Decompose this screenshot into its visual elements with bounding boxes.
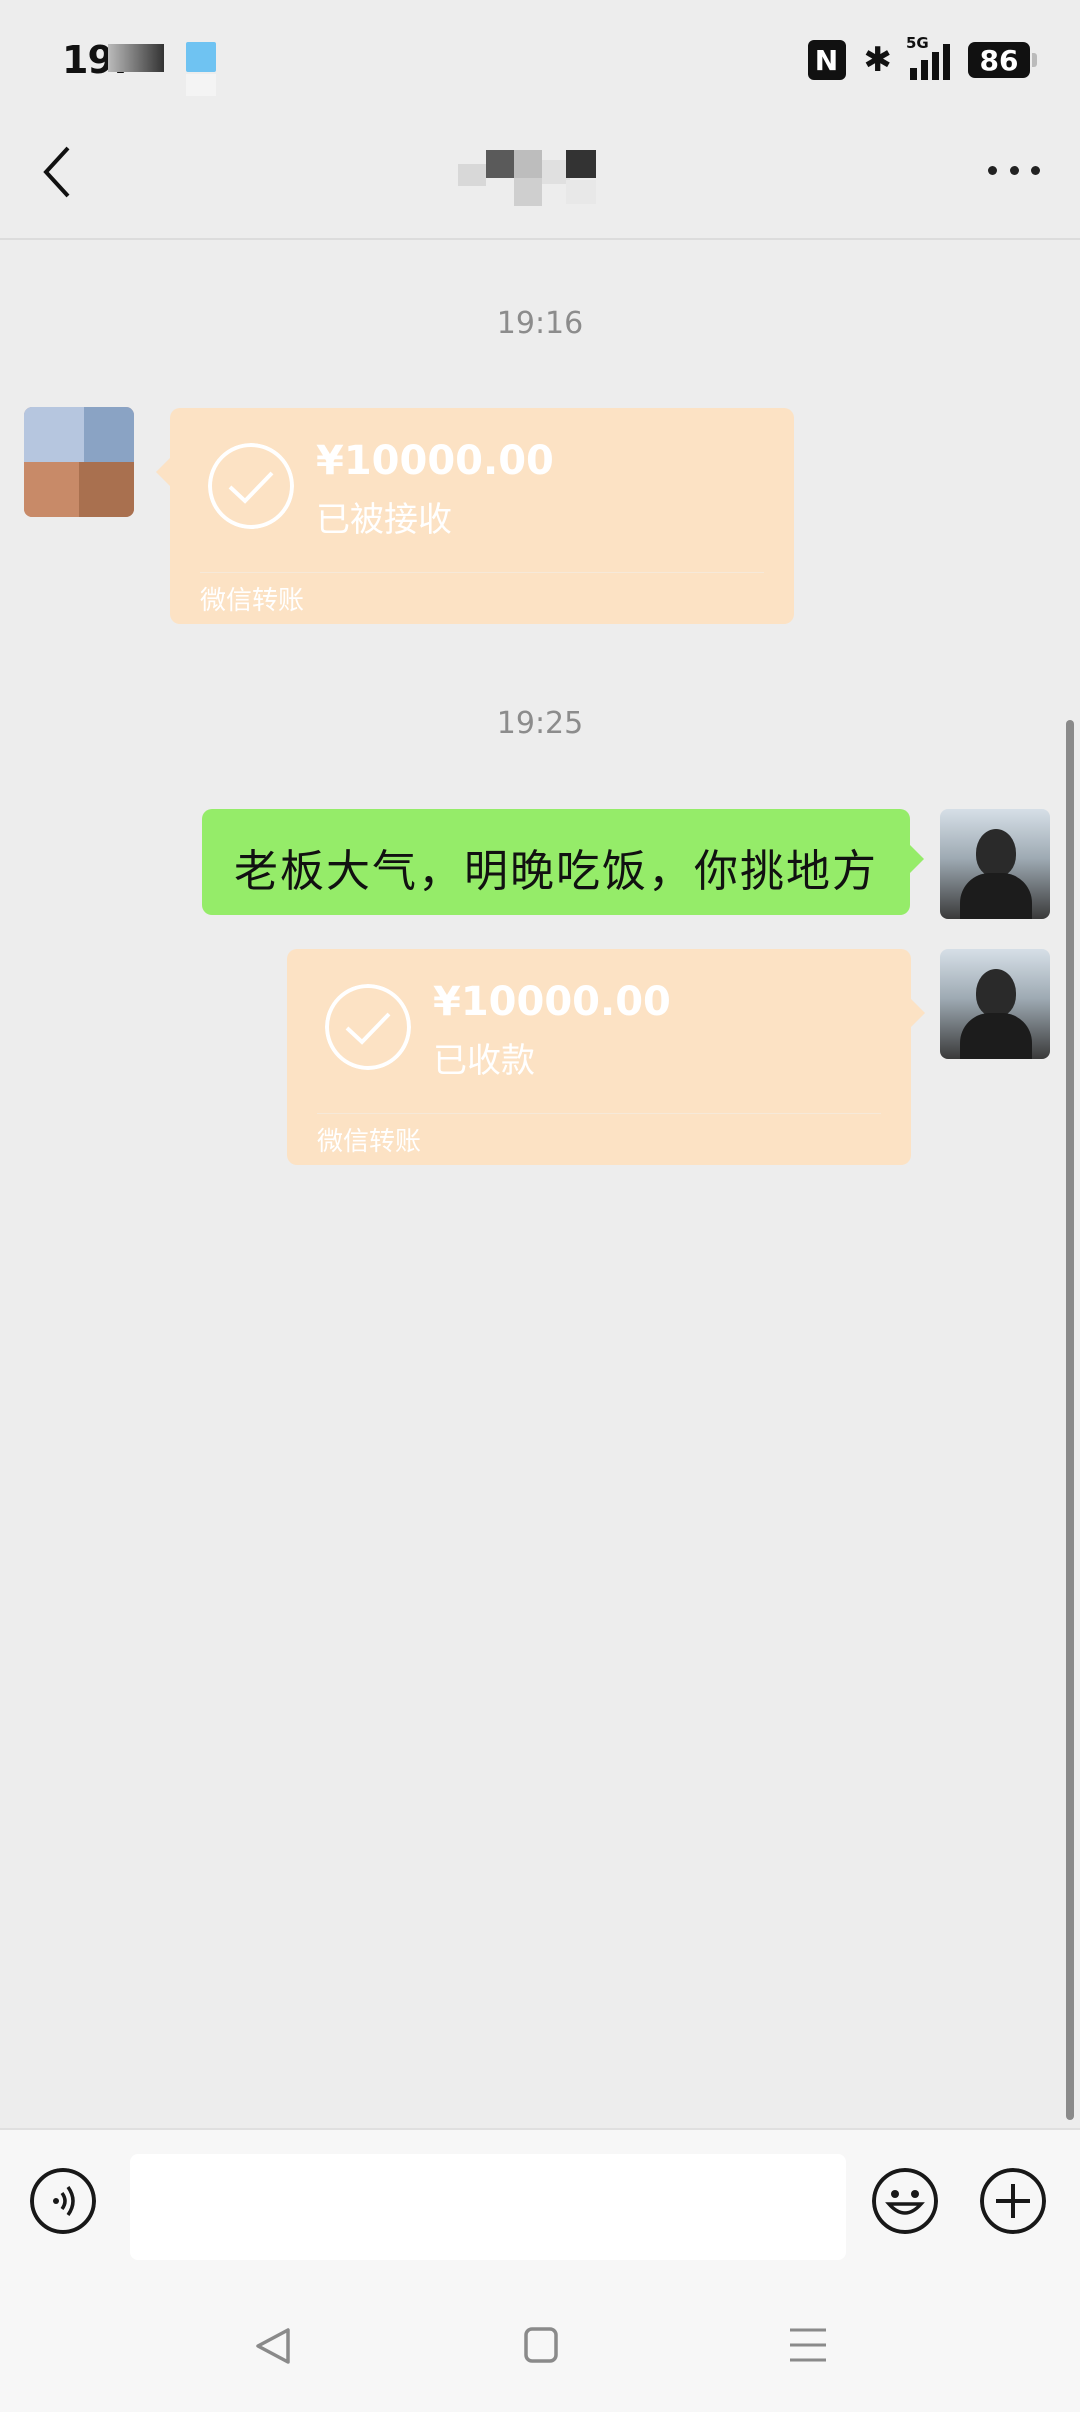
- scrollbar[interactable]: [1066, 720, 1074, 2120]
- bluetooth-icon: ✱: [863, 40, 893, 80]
- plus-icon[interactable]: [980, 2168, 1046, 2234]
- more-icon[interactable]: [988, 160, 1040, 180]
- network-type: 5G: [906, 34, 929, 52]
- battery-level: 86: [979, 43, 1019, 77]
- transfer-amount: ¥10000.00: [433, 979, 671, 1025]
- battery-icon: 86: [968, 42, 1037, 78]
- transfer-label: 微信转账: [317, 1127, 422, 1157]
- menu-lines-icon[interactable]: [788, 2326, 828, 2364]
- message-input[interactable]: [130, 2154, 846, 2260]
- notification-icon-faded: [186, 74, 216, 96]
- transfer-status: 已收款: [433, 1041, 535, 1081]
- notification-icon: [186, 42, 216, 72]
- signal-icon: 5G: [906, 34, 950, 80]
- check-circle-icon: [325, 984, 411, 1070]
- transfer-amount: ¥10000.00: [316, 438, 554, 484]
- chat-header: [0, 120, 1080, 240]
- message-timestamp: 19:16: [496, 306, 584, 341]
- message-text: 老板大气，明晚吃饭，你挑地方: [234, 846, 878, 897]
- check-circle-icon: [208, 443, 294, 529]
- voice-icon[interactable]: [30, 2168, 96, 2234]
- message-timestamp: 19:25: [496, 706, 584, 741]
- contact-avatar[interactable]: [24, 407, 134, 517]
- nfc-icon: N: [807, 40, 846, 80]
- system-nav-bar: [0, 2278, 1080, 2412]
- text-message[interactable]: 老板大气，明晚吃饭，你挑地方: [202, 809, 924, 915]
- emoji-icon[interactable]: [872, 2168, 938, 2234]
- divider: [317, 1113, 881, 1114]
- transfer-message[interactable]: ¥10000.00 已收款 微信转账: [287, 949, 925, 1165]
- transfer-label: 微信转账: [200, 586, 305, 616]
- transfer-status: 已被接收: [316, 500, 452, 540]
- back-arrow-icon[interactable]: [38, 142, 78, 202]
- my-avatar[interactable]: [940, 809, 1050, 919]
- status-icons: N ✱ 5G 86: [807, 34, 1037, 80]
- my-avatar[interactable]: [940, 949, 1050, 1059]
- time-obscured: [108, 44, 164, 72]
- transfer-message[interactable]: ¥10000.00 已被接收 微信转账: [156, 408, 794, 624]
- back-triangle-icon[interactable]: [254, 2326, 292, 2366]
- contact-name-obscured: [458, 150, 598, 208]
- divider: [200, 572, 764, 573]
- status-bar: 19: N ✱ 5G 86: [0, 0, 1080, 120]
- home-square-icon[interactable]: [523, 2326, 559, 2364]
- input-bar: [0, 2128, 1080, 2280]
